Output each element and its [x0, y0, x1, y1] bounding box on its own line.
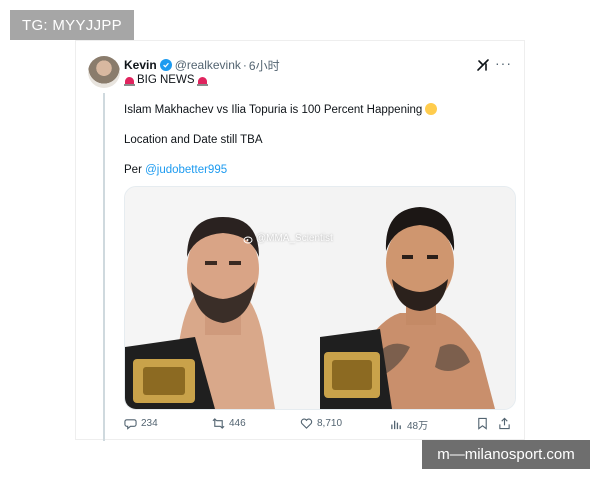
siren-icon — [124, 75, 135, 86]
reply-count: 234 — [141, 418, 158, 429]
fighter-photo-left — [125, 187, 320, 409]
watermark-text: @MMA_Scientist — [256, 233, 333, 244]
views-button[interactable]: 48万 — [390, 417, 428, 432]
repost-icon — [212, 418, 225, 429]
like-icon — [300, 418, 313, 429]
bookmark-button[interactable] — [476, 417, 489, 430]
reply-icon — [124, 419, 137, 430]
tweet-image[interactable]: @MMA_Scientist — [124, 186, 516, 410]
tweet-card[interactable]: Kevin @realkevink · 6小时 ··· BIG NEWS Isl… — [75, 40, 525, 441]
per-prefix: Per — [124, 164, 146, 176]
body-line: Islam Makhachev vs Ilia Topuria is 100 P… — [124, 103, 438, 117]
avatar[interactable] — [88, 56, 120, 88]
like-count: 8,710 — [317, 418, 343, 429]
share-icon — [499, 417, 510, 430]
like-button[interactable]: 8,710 — [300, 417, 342, 430]
status-text: Location and Date still TBA — [124, 134, 263, 146]
views-count: 48万 — [407, 421, 429, 432]
grok-icon[interactable] — [476, 58, 490, 72]
source-tag-label: TG: MYYJJPP — [10, 10, 134, 40]
site-watermark-label: m—milanosport.com — [422, 440, 590, 469]
fighter-photo-right — [320, 187, 515, 409]
reply-button[interactable]: 234 — [124, 417, 158, 430]
author-handle[interactable]: @realkevink — [175, 58, 241, 72]
action-bar: 234 446 8,710 48万 — [124, 417, 514, 433]
author-name[interactable]: Kevin — [124, 58, 157, 72]
flushed-face-icon — [425, 103, 438, 115]
verified-badge-icon — [159, 59, 172, 71]
per-line: Per @judobetter995 — [124, 164, 227, 176]
weibo-icon — [243, 236, 253, 243]
headline-line: BIG NEWS — [124, 74, 208, 86]
share-button[interactable] — [498, 417, 511, 430]
tweet-header: Kevin @realkevink · 6小时 — [124, 56, 280, 74]
bookmark-icon — [478, 417, 487, 430]
repost-count: 446 — [229, 418, 246, 429]
image-watermark: @MMA_Scientist — [243, 233, 333, 244]
tweet-time[interactable]: 6小时 — [249, 57, 280, 74]
mention-link[interactable]: @judobetter995 — [145, 164, 227, 176]
repost-button[interactable]: 446 — [212, 417, 246, 430]
meta-separator: · — [242, 58, 247, 72]
body-text: Islam Makhachev vs Ilia Topuria is 100 P… — [124, 104, 423, 117]
more-icon[interactable]: ··· — [495, 56, 512, 70]
thread-line — [103, 93, 105, 441]
views-icon — [391, 420, 401, 430]
siren-icon — [196, 75, 208, 86]
headline-text: BIG NEWS — [137, 74, 195, 86]
